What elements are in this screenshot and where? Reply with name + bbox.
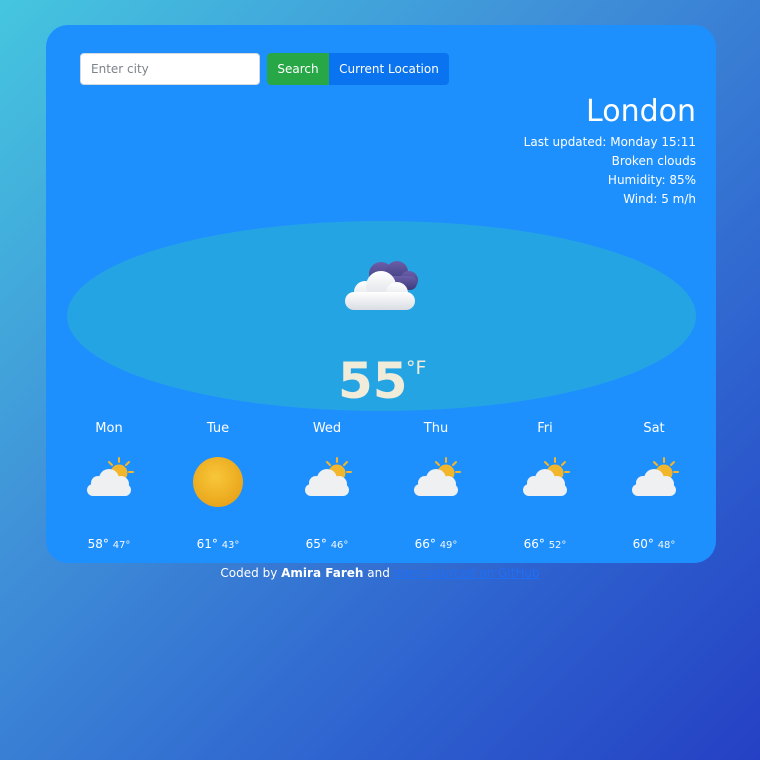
github-link[interactable]: open-sourced on GitHub [394,566,540,580]
wind: Wind: 5 m/h [623,192,696,206]
forecast-day: Wed 65° 46° [277,420,377,554]
forecast-max: 58° [87,537,109,551]
weather-card: Search Current Location London Last upda… [46,25,716,563]
current-weather-info: London Last updated: Monday 15:11 Broken… [524,95,696,209]
forecast-temps: 60° 48° [604,536,704,554]
forecast-temps: 66° 52° [495,536,595,554]
forecast-min: 52° [548,540,567,551]
forecast-temps: 65° 46° [277,536,377,554]
partly-cloudy-icon [414,457,461,496]
last-updated: Last updated: Monday 15:11 [523,135,696,149]
forecast-min: 48° [657,540,676,551]
forecast-day-name: Mon [95,421,123,436]
forecast-max: 66° [523,537,545,551]
forecast-max: 60° [632,537,654,551]
footer-prefix: Coded by [220,566,278,580]
forecast-day-name: Tue [206,421,230,436]
author-name: Amira Fareh [281,566,364,580]
current-location-button[interactable]: Current Location [329,53,449,85]
search-button[interactable]: Search [267,53,329,85]
forecast-min: 47° [112,540,131,551]
forecast-temps: 61° 43° [168,536,268,554]
forecast-day-name: Sat [643,421,665,436]
broken-clouds-icon [345,261,418,310]
forecast-temps: 58° 47° [59,536,159,554]
city-name: London [586,94,696,129]
forecast-day-name: Thu [423,421,449,436]
partly-cloudy-icon [632,457,679,496]
forecast-min: 43° [221,540,240,551]
footer-connector: and [367,566,390,580]
forecast-day-name: Wed [312,421,342,436]
forecast-max: 66° [414,537,436,551]
forecast-min: 49° [439,540,458,551]
forecast-day: Thu 66° 49° [386,420,486,554]
weather-description: Broken clouds [611,154,696,168]
partly-cloudy-icon [523,457,570,496]
forecast-day: Sat 60° 48° [604,420,704,554]
forecast-max: 61° [196,537,218,551]
sun-icon [193,457,243,507]
forecast-day: Tue 61° 43° [168,420,268,554]
forecast-day-name: Fri [537,421,553,436]
city-search-input[interactable] [80,53,260,85]
current-temperature: 55 [338,352,408,410]
forecast-row: Mon 58° 47° Tue 61° 43° Wed 65° 46° Thu … [46,420,716,560]
footer: Coded by Amira Fareh and open-sourced on… [0,566,760,580]
partly-cloudy-icon [305,457,352,496]
forecast-max: 65° [305,537,327,551]
search-form: Search Current Location [80,53,449,85]
humidity: Humidity: 85% [607,173,696,187]
forecast-min: 46° [330,540,349,551]
temperature-unit: °F [406,357,427,379]
forecast-temps: 66° 49° [386,536,486,554]
partly-cloudy-icon [87,457,134,496]
forecast-day: Mon 58° 47° [59,420,159,554]
forecast-day: Fri 66° 52° [495,420,595,554]
